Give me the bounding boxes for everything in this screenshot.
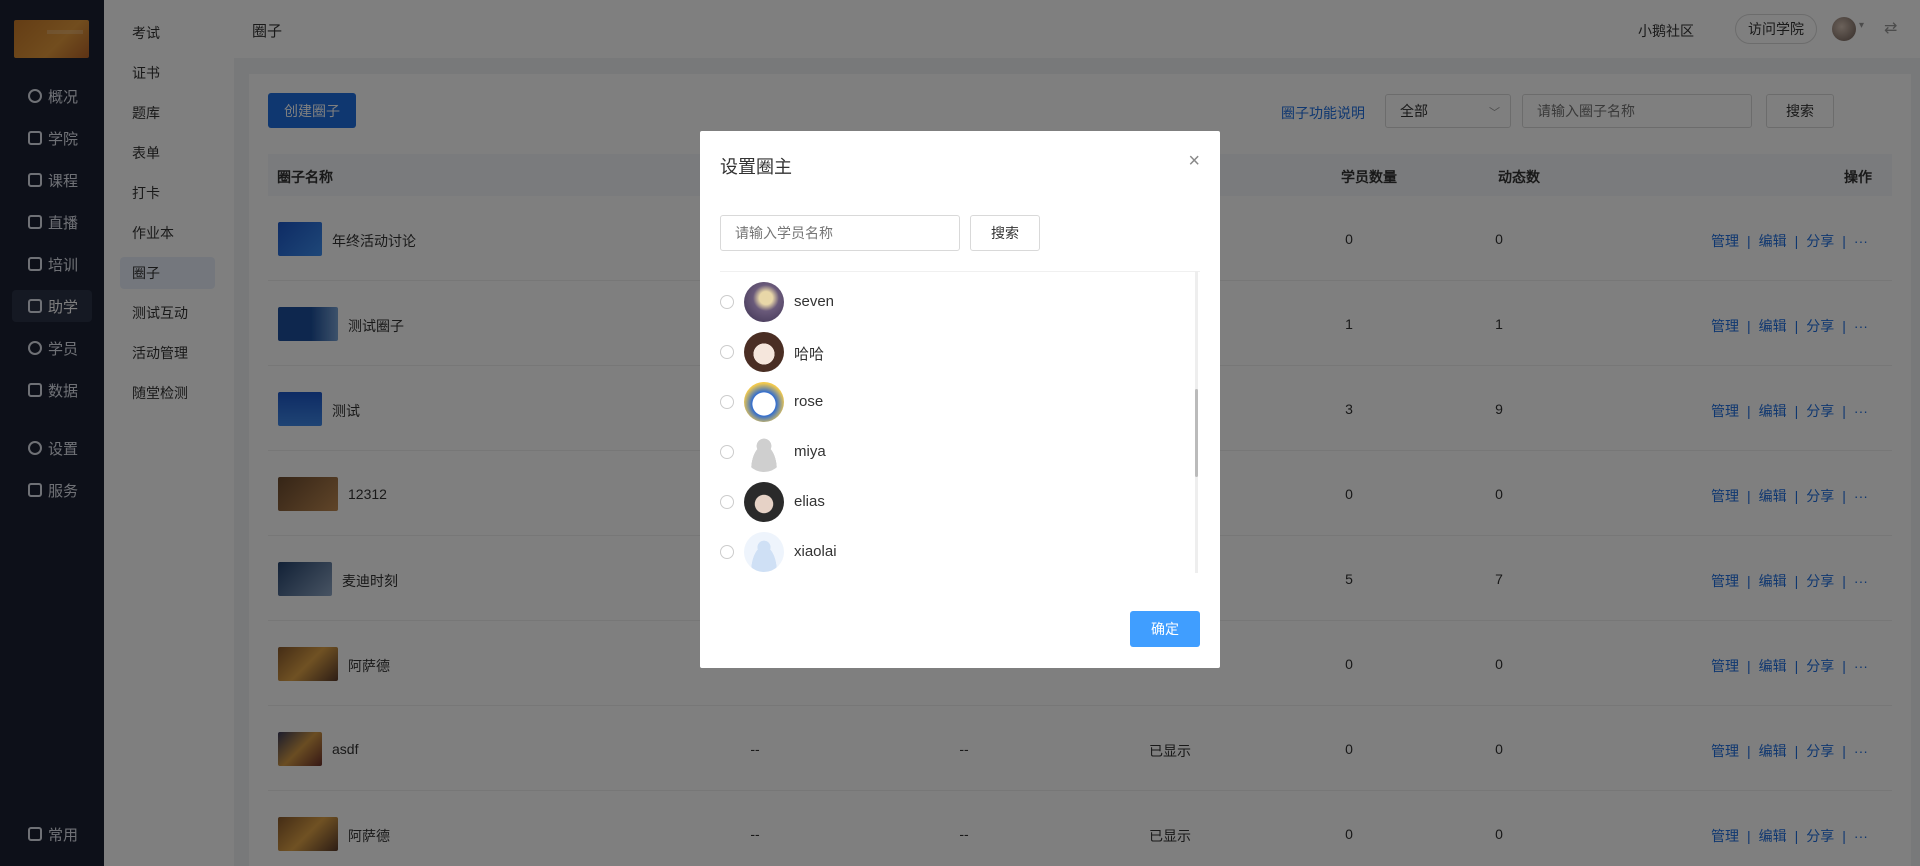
student-list-item[interactable]: 哈哈 (720, 327, 1180, 377)
student-list-item[interactable]: seven (720, 277, 1180, 327)
student-search-button[interactable]: 搜索 (970, 215, 1040, 251)
select-radio[interactable] (720, 495, 734, 509)
select-radio[interactable] (720, 395, 734, 409)
select-radio[interactable] (720, 345, 734, 359)
avatar (744, 282, 784, 322)
student-list-item[interactable]: xiaolai (720, 527, 1180, 573)
avatar (744, 382, 784, 422)
student-name: seven (794, 293, 835, 310)
avatar (744, 482, 784, 522)
student-search-input[interactable] (720, 215, 960, 251)
avatar (744, 532, 784, 572)
select-radio[interactable] (720, 295, 734, 309)
close-icon[interactable]: × (1188, 151, 1200, 171)
student-list-item[interactable]: miya (720, 427, 1180, 477)
avatar (744, 432, 784, 472)
student-name: miya (794, 443, 826, 460)
student-list: seven 哈哈 rose miya elias xiaolai (720, 271, 1200, 573)
student-name: rose (794, 393, 824, 410)
student-name: 哈哈 (794, 346, 825, 363)
avatar (744, 332, 784, 372)
scrollbar-thumb[interactable] (1195, 389, 1198, 477)
set-owner-dialog: 设置圈主 × 搜索 seven 哈哈 rose miya elias xiaolai 确定 (700, 131, 1220, 668)
select-radio[interactable] (720, 545, 734, 559)
student-name: elias (794, 493, 825, 510)
student-list-item[interactable]: rose (720, 377, 1180, 427)
select-radio[interactable] (720, 445, 734, 459)
student-list-item[interactable]: elias (720, 477, 1180, 527)
dialog-title: 设置圈主 (720, 157, 792, 177)
confirm-button[interactable]: 确定 (1130, 611, 1200, 647)
student-name: xiaolai (794, 543, 837, 560)
